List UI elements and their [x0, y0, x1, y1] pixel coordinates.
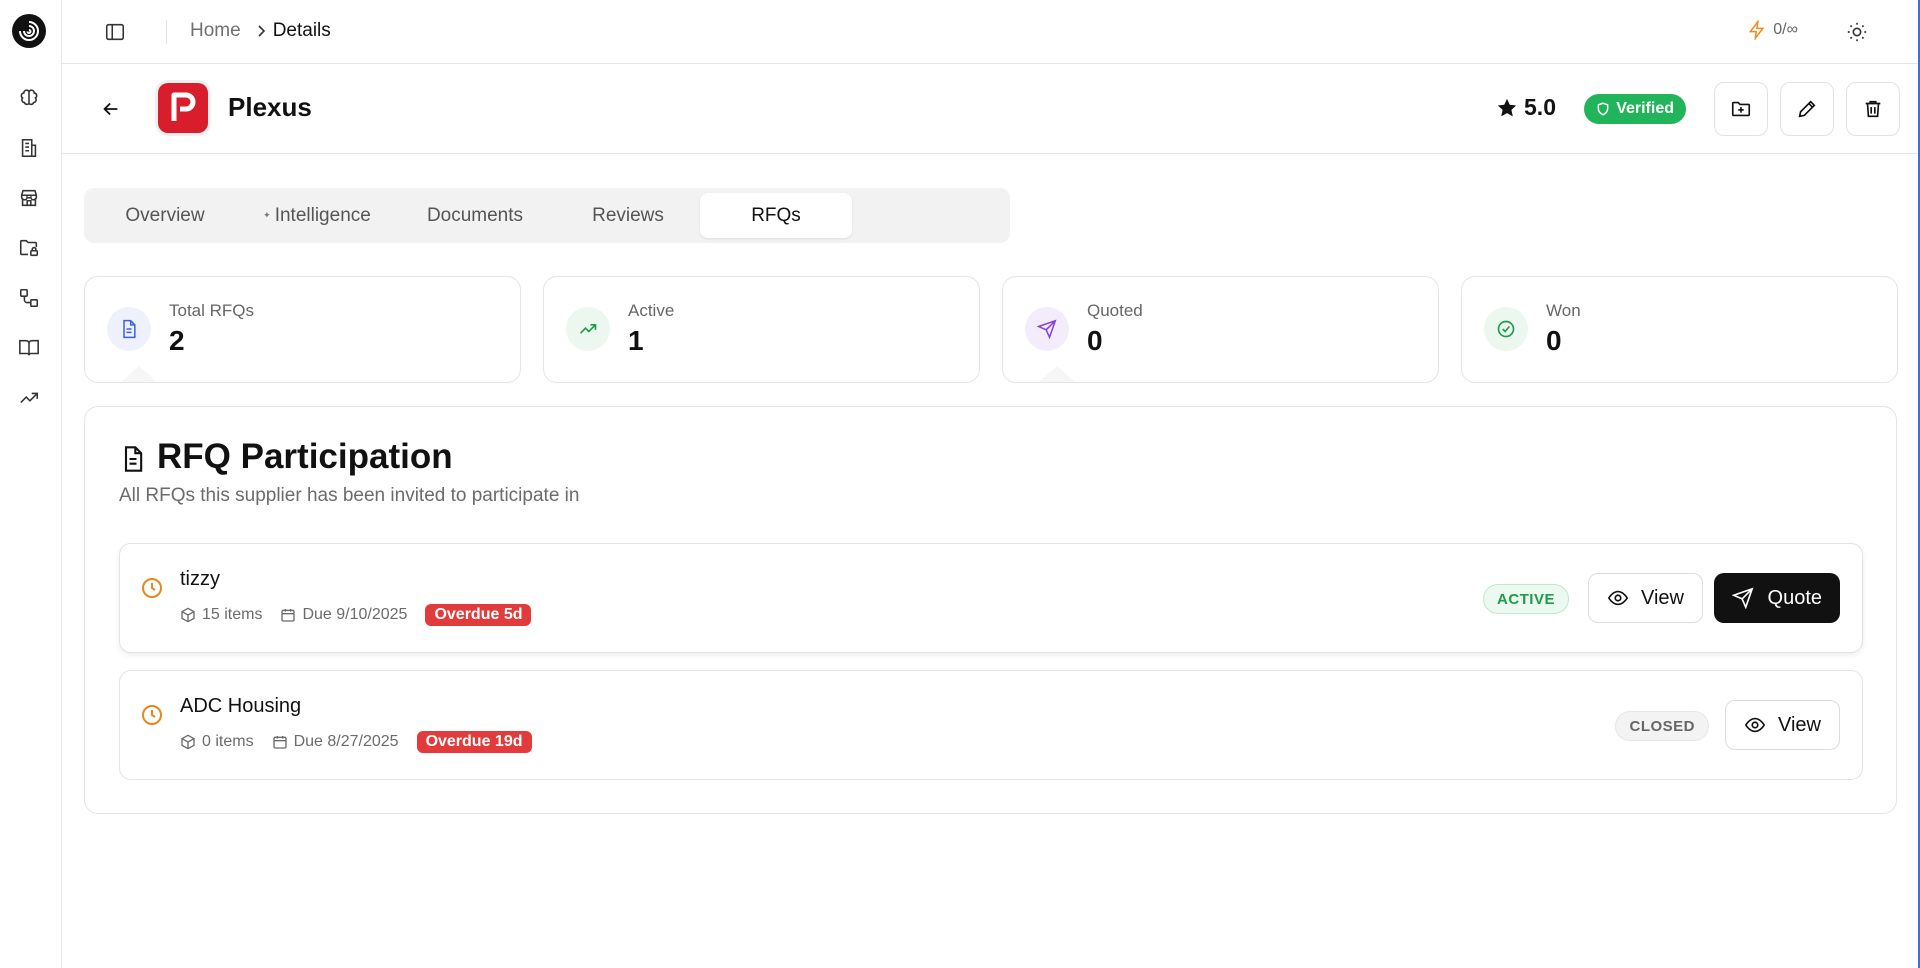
stat-value: 0 — [1546, 325, 1562, 356]
breadcrumb: Home Details — [190, 20, 331, 42]
stat-card-total: Total RFQs 2 — [84, 276, 521, 383]
tab-overview[interactable]: Overview — [90, 193, 240, 238]
overdue-badge: Overdue 5d — [425, 604, 532, 626]
view-label: View — [1641, 586, 1684, 609]
stat-decoration — [105, 366, 173, 382]
rfq-row[interactable]: ADC Housing 0 items Due 8/27/2025 Overdu… — [119, 670, 1863, 780]
stat-value: 0 — [1087, 325, 1103, 356]
credits-indicator[interactable]: 0/∞ — [1747, 20, 1798, 40]
tab-reviews[interactable]: Reviews — [553, 193, 703, 238]
edit-button[interactable] — [1780, 82, 1834, 136]
book-icon[interactable] — [17, 336, 41, 360]
rfq-items-label: 15 items — [202, 606, 263, 623]
calendar-icon — [272, 736, 287, 749]
trending-icon[interactable] — [17, 386, 41, 410]
rfq-items-label: 0 items — [202, 733, 254, 750]
package-icon — [181, 734, 195, 750]
topbar-divider — [166, 20, 167, 44]
overdue-badge: Overdue 19d — [416, 731, 532, 753]
delete-button[interactable] — [1846, 82, 1900, 136]
shield-icon — [1597, 102, 1609, 116]
rating-value: 5.0 — [1524, 94, 1556, 120]
rfq-name: ADC Housing — [180, 695, 302, 717]
send-icon — [1025, 307, 1069, 351]
company-logo — [158, 83, 208, 133]
top-bar: Home Details 0/∞ — [62, 0, 1920, 64]
tab-rfqs[interactable]: RFQs — [700, 193, 852, 238]
app-logo[interactable] — [12, 14, 46, 48]
rfq-meta: 0 items Due 8/27/2025 Overdue 19d — [180, 731, 532, 753]
store-icon[interactable] — [17, 186, 41, 210]
status-badge: ACTIVE — [1482, 584, 1569, 614]
tab-intelligence-label: Intelligence — [274, 204, 371, 226]
stat-label: Active — [628, 301, 675, 320]
stat-decoration — [1023, 366, 1091, 382]
building-icon[interactable] — [17, 136, 41, 160]
rfq-due-label: Due 9/10/2025 — [302, 606, 408, 623]
rfq-due-label: Due 8/27/2025 — [293, 733, 399, 750]
status-badge: CLOSED — [1615, 711, 1709, 741]
check-circle-icon — [1484, 307, 1528, 351]
package-icon — [181, 607, 195, 623]
rfq-meta: 15 items Due 9/10/2025 Overdue 5d — [180, 604, 532, 626]
eye-icon — [1744, 717, 1766, 733]
stat-value: 2 — [169, 325, 185, 356]
stat-card-won: Won 0 — [1461, 276, 1898, 383]
stat-label: Total RFQs — [169, 301, 255, 320]
tab-documents[interactable]: Documents — [400, 193, 550, 238]
breadcrumb-home[interactable]: Home — [190, 20, 241, 42]
sidebar-toggle-icon[interactable] — [102, 19, 128, 45]
rfq-items: 0 items — [180, 733, 254, 751]
brain-icon[interactable] — [17, 86, 41, 110]
rfq-due: Due 8/27/2025 — [272, 733, 399, 751]
folder-plus-icon — [1731, 101, 1751, 117]
document-icon — [107, 307, 151, 351]
section-title: RFQ Participation — [157, 437, 453, 476]
breadcrumb-current: Details — [272, 20, 331, 41]
chevron-right-icon — [255, 24, 267, 38]
rating: 5.0 — [1496, 94, 1556, 121]
tab-bar: Overview ✦ Intelligence Documents Reviews… — [84, 188, 1010, 243]
eye-icon — [1607, 590, 1629, 606]
folder-lock-icon[interactable] — [17, 236, 41, 260]
clock-icon — [140, 703, 164, 732]
file-text-icon — [119, 445, 147, 478]
view-button[interactable]: View — [1725, 700, 1840, 750]
quote-button[interactable]: Quote — [1713, 573, 1840, 623]
star-icon — [1497, 98, 1517, 116]
send-icon — [1731, 587, 1754, 609]
stat-value: 1 — [628, 325, 644, 356]
company-name: Plexus — [228, 92, 312, 122]
section-subtitle: All RFQs this supplier has been invited … — [119, 485, 580, 506]
verified-label: Verified — [1616, 100, 1674, 117]
supplier-header: Plexus 5.0 Verified — [62, 64, 1920, 154]
sun-icon[interactable] — [1844, 19, 1870, 45]
workflow-icon[interactable] — [17, 286, 41, 310]
calendar-icon — [281, 609, 296, 622]
rfq-name: tizzy — [180, 568, 220, 590]
back-arrow-icon[interactable] — [96, 94, 126, 124]
rfq-due: Due 9/10/2025 — [280, 606, 407, 624]
rfq-participation-card: RFQ Participation All RFQs this supplier… — [84, 406, 1897, 814]
stat-label: Won — [1546, 301, 1581, 320]
view-button[interactable]: View — [1588, 573, 1703, 623]
verified-badge: Verified — [1584, 94, 1686, 124]
rfq-row[interactable]: tizzy 15 items Due 9/10/2025 Overdue 5d … — [119, 543, 1863, 653]
lightning-icon — [1749, 20, 1765, 40]
rfq-items: 15 items — [180, 606, 262, 624]
trending-up-icon — [566, 307, 610, 351]
quote-label: Quote — [1767, 586, 1822, 609]
add-to-folder-button[interactable] — [1714, 82, 1768, 136]
pencil-icon — [1798, 100, 1816, 118]
sidebar — [0, 0, 62, 968]
trash-icon — [1865, 100, 1881, 118]
credits-value: 0/∞ — [1773, 21, 1798, 38]
stat-card-quoted: Quoted 0 — [1002, 276, 1439, 383]
stat-label: Quoted — [1087, 301, 1143, 320]
tab-intelligence[interactable]: ✦ Intelligence — [242, 193, 392, 238]
sparkle-icon: ✦ — [263, 210, 271, 220]
stat-card-active: Active 1 — [543, 276, 980, 383]
clock-icon — [140, 576, 164, 605]
view-label: View — [1778, 713, 1821, 736]
